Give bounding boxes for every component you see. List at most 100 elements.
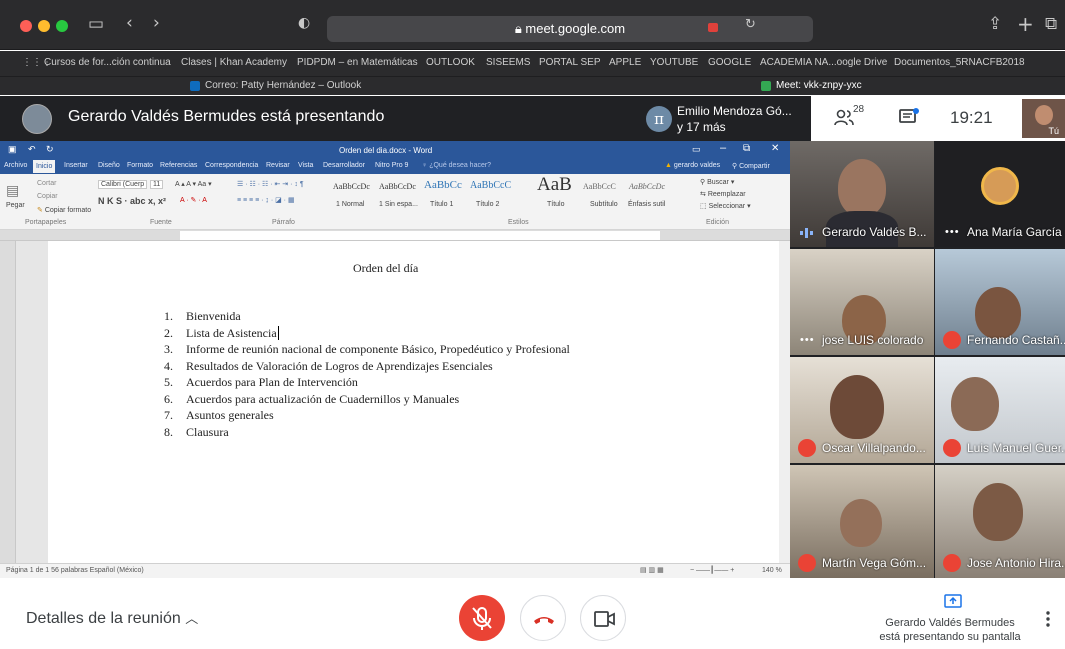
present-screen-icon[interactable] [944,594,962,608]
align-icons[interactable]: ≡ ≡ ≡ ≡ · ↨ · ◪ · ▦ [237,196,295,204]
tab-archivo[interactable]: Archivo [4,162,27,169]
self-video-tile[interactable]: Tú [1022,99,1065,138]
tab-meet[interactable]: Meet: vkk-znpy-yxc [776,80,862,91]
participant-tile[interactable]: ••• Ana María García [935,141,1065,247]
bold-italic-underline-icons[interactable]: N K S · abc x, x² [98,196,166,206]
self-face [1035,105,1053,125]
bookmark[interactable]: PORTAL SEP [539,57,601,68]
tab-correspondencia[interactable]: Correspondencia [205,162,258,169]
close-window-button[interactable] [20,20,32,32]
paste-button[interactable]: Pegar [6,202,25,209]
tab-outlook[interactable]: Correo: Patty Hernández – Outlook [205,80,361,91]
vertical-scrollbar[interactable] [779,241,790,563]
participant-tile[interactable]: Luis Manuel Guer... [935,357,1065,463]
paste-icon[interactable]: ▤ [6,182,19,199]
save-icon[interactable]: ▣ [8,144,17,155]
close-icon[interactable]: ✕ [771,143,779,154]
horizontal-ruler[interactable] [0,230,790,241]
tab-desarrollador[interactable]: Desarrollador [323,162,365,169]
vertical-ruler[interactable] [0,241,16,563]
tab-nitro[interactable]: Nitro Pro 9 [375,162,408,169]
bookmark[interactable]: GOOGLE [708,57,751,68]
bookmark[interactable]: ACADEMIA NA...oogle Drive [760,57,887,68]
meeting-details-button[interactable]: Detalles de la reunión ︿ [26,608,198,628]
replace-button[interactable]: ⇆ Reemplazar [700,190,746,198]
people-button[interactable]: 28 [834,104,868,129]
minimize-icon[interactable]: – [720,142,726,154]
tab-referencias[interactable]: Referencias [160,162,197,169]
participant-tile[interactable]: Jose Antonio Hira... [935,465,1065,578]
meet-favicon-icon [761,81,771,91]
cut-button[interactable]: Cortar [37,180,56,187]
participant-tile[interactable]: Fernando Castañ... [935,249,1065,355]
forward-icon[interactable]: › [153,13,160,33]
speaking-indicator-icon [800,228,813,238]
camera-button[interactable] [580,595,626,641]
presenting-title: Gerardo Valdés Bermudes está presentando [68,108,385,125]
tab-insertar[interactable]: Insertar [64,162,88,169]
agenda-number: 4. [164,358,173,373]
zoom-slider[interactable]: − ——┃—— + [690,566,734,574]
privacy-shield-icon[interactable]: ◐ [298,15,310,31]
participant-tile[interactable]: Gerardo Valdés B... [790,141,934,247]
zoom-level[interactable]: 140 % [762,567,782,574]
leave-call-button[interactable] [520,595,566,641]
meeting-clock: 19:21 [950,108,993,127]
group-label: Portapapeles [25,219,67,226]
participants-line1: Emilio Mendoza Gó... [677,104,792,118]
copy-button[interactable]: Copiar [37,193,58,200]
microphone-button[interactable] [459,595,505,641]
participant-tile[interactable]: ••• jose LUIS colorado [790,249,934,355]
bookmark[interactable]: SISEEMS [486,57,530,68]
agenda-text: Informe de reunión nacional de component… [186,342,570,356]
font-color-icons[interactable]: A · ✎ · A [180,196,207,204]
bookmark[interactable]: Clases | Khan Academy [181,57,287,68]
share-word-button[interactable]: ⚲ Compartir [732,162,770,170]
bookmark[interactable]: PIDPDM – en Matemáticas [297,57,418,68]
address-bar[interactable]: 🔒︎ meet.google.com [327,16,813,42]
select-button[interactable]: ⬚ Seleccionar ▾ [700,202,751,210]
participant-avatar: π [646,106,672,132]
grow-font-icon[interactable]: A ▴ A ▾ Aa ▾ [175,180,212,188]
account-name[interactable]: ▲ gerardo valdes [665,162,720,169]
list-icons[interactable]: ☰ · ☷ · ☷ · ⇤ ⇥ · ↕ ¶ [237,180,304,188]
document-page[interactable]: Orden del día 1. Bienvenida 2. Lista de As… [48,241,779,563]
back-icon[interactable]: ‹ [126,13,133,33]
bookmark[interactable]: Cursos de for...ción continua [44,57,171,68]
share-word-label: Compartir [739,163,770,170]
bookmark[interactable]: OUTLOOK [426,57,475,68]
more-options-icon[interactable] [1046,611,1050,627]
agenda-text: Clausura [186,424,229,439]
tell-me-box[interactable]: ♀ ¿Qué desea hacer? [422,162,491,169]
tab-diseno[interactable]: Diseño [98,162,120,169]
tab-formato[interactable]: Formato [127,162,153,169]
find-button[interactable]: ⚲ Buscar ▾ [700,178,734,186]
tab-revisar[interactable]: Revisar [266,162,290,169]
bookmark[interactable]: YOUTUBE [650,57,698,68]
view-icons[interactable]: ▤ ▥ ▦ [640,566,664,574]
participant-tile[interactable]: Martín Vega Góm... [790,465,934,578]
tab-vista[interactable]: Vista [298,162,313,169]
participant-tile[interactable]: Oscar Villalpando... [790,357,934,463]
bookmark[interactable]: Documentos_5RNACFB2018 [894,57,1025,68]
tab-overview-icon[interactable]: ⧉ [1045,14,1057,34]
sidebar-icon[interactable]: ▭ [88,14,104,34]
bookmark[interactable]: APPLE [609,57,641,68]
share-icon[interactable]: ⇪ [988,14,1002,34]
reload-icon[interactable]: ↻ [745,17,756,32]
font-name-select[interactable]: Calibri (Cuerp [98,180,148,189]
format-painter-button[interactable]: ✎ Copiar formato [37,206,91,214]
undo-icon[interactable]: ↶ [28,144,36,155]
tab-inicio[interactable]: Inicio [33,160,56,173]
people-icon [834,109,854,126]
new-tab-icon[interactable]: + [1017,12,1034,36]
mic-off-icon [472,607,492,630]
presentation-status: Gerardo Valdés Bermudes está presentando… [850,616,1050,644]
minimize-window-button[interactable] [38,20,50,32]
ribbon-options-icon[interactable]: ▭ [692,144,701,155]
zoom-window-button[interactable] [56,20,68,32]
chat-icon[interactable] [899,108,919,126]
restore-icon[interactable]: ⧉ [743,143,750,154]
font-size-select[interactable]: 11 [150,180,164,189]
redo-icon[interactable]: ↻ [46,144,54,155]
